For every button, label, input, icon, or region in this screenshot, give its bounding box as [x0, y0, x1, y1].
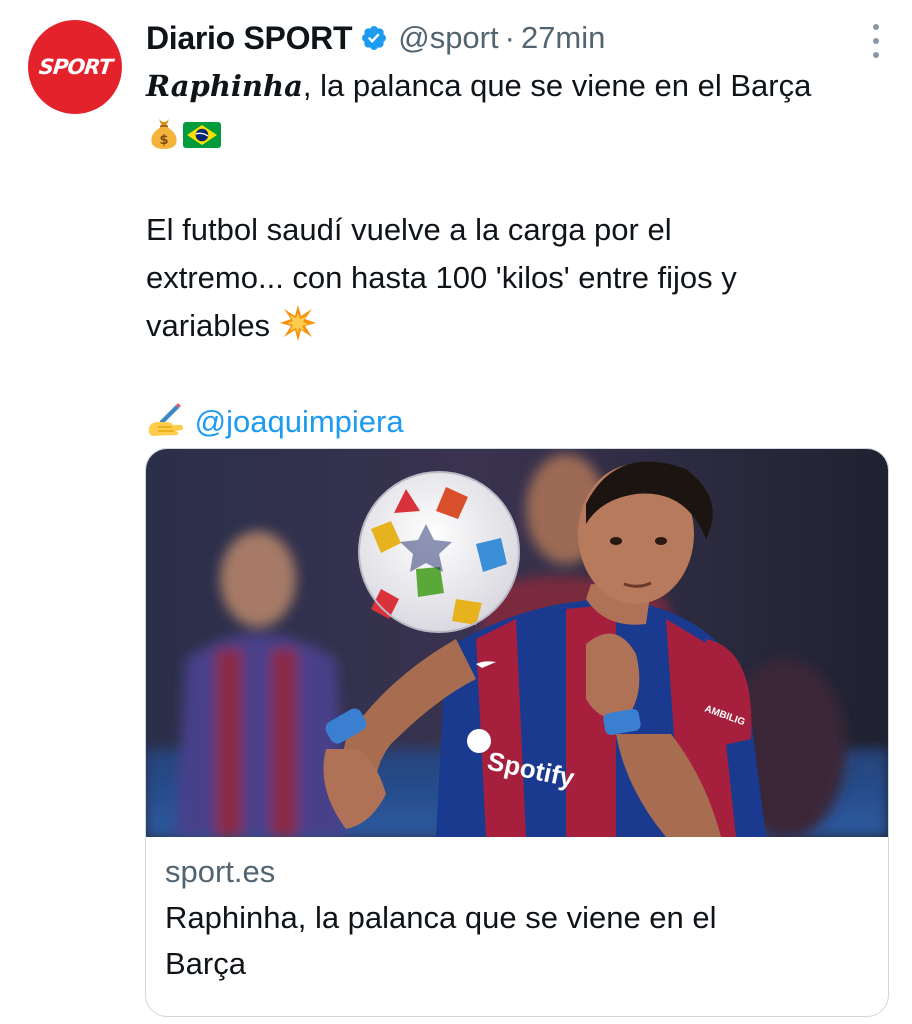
money-bag-icon: $ [151, 119, 177, 149]
tweet-text: Raphinha, la palanca que se viene en el … [146, 62, 866, 446]
avatar[interactable]: SPORT [28, 20, 122, 114]
author-handle[interactable]: @sport [398, 20, 498, 56]
card-title-line-1: Raphinha, la palanca que se viene en el [165, 900, 717, 935]
headline-rest: , la palanca que se viene en el Barça [302, 68, 812, 103]
writing-hand-icon [148, 403, 183, 436]
tweet[interactable]: SPORT Diario SPORT @sport · 27min Raphin… [0, 0, 912, 1024]
display-name[interactable]: Diario SPORT [146, 20, 353, 57]
body-line-2: extremo... con hasta 100 'kilos' entre f… [146, 260, 737, 295]
link-preview-card[interactable]: Spotify AMBILIG sport.es Raphinha, la pa… [145, 448, 889, 1017]
emoji-line: $ [146, 110, 866, 158]
headline-line: Raphinha, la palanca que se viene en el … [146, 62, 866, 110]
card-title-line-2: Barça [165, 946, 246, 981]
more-options-icon[interactable] [870, 24, 882, 58]
svg-text:$: $ [159, 133, 168, 148]
card-meta: sport.es Raphinha, la palanca que se vie… [165, 849, 865, 987]
card-domain: sport.es [165, 854, 276, 889]
card-title: Raphinha, la palanca que se viene en el … [165, 895, 865, 987]
separator-dot: · [504, 20, 515, 55]
mention-link[interactable]: @joaquimpiera [195, 404, 404, 439]
tweet-header: Diario SPORT @sport · 27min [146, 17, 605, 59]
footballer-photo: Spotify AMBILIG [146, 449, 888, 837]
collision-icon [279, 305, 316, 341]
body-line-3: variables [146, 302, 866, 350]
verified-badge-icon [362, 26, 387, 50]
body-line-1: El futbol saudí vuelve a la carga por el [146, 212, 672, 247]
timestamp[interactable]: 27min [521, 20, 605, 56]
card-image[interactable]: Spotify AMBILIG [146, 449, 888, 837]
body-line-3-text: variables [146, 308, 271, 343]
avatar-logo-text: SPORT [37, 55, 113, 79]
headline-name: Raphinha [146, 69, 303, 103]
author-credit-line: @joaquimpiera [146, 398, 866, 446]
brazil-flag-icon [183, 122, 221, 148]
